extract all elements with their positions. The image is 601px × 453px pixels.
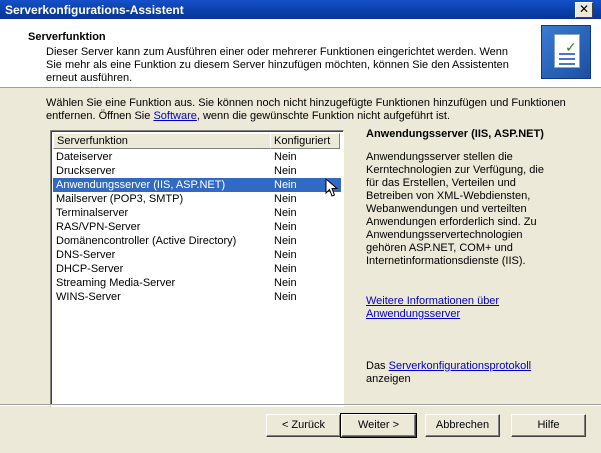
list-item-configured: Nein (274, 263, 297, 275)
list-item-role: Terminalserver (56, 207, 129, 219)
list-item-role: RAS/VPN-Server (56, 221, 141, 233)
list-item[interactable]: Domänencontroller (Active Directory) Nein (53, 234, 341, 248)
column-header-configured[interactable]: Konfiguriert (270, 133, 340, 149)
list-item[interactable]: Anwendungsserver (IIS, ASP.NET) Nein (53, 178, 341, 192)
list-item[interactable]: Druckserver Nein (53, 164, 341, 178)
list-item-role: WINS-Server (56, 291, 121, 303)
list-item-role: Druckserver (56, 165, 116, 177)
log-line: Das Serverkonfigurationsprotokoll anzeig… (366, 360, 532, 385)
list-item[interactable]: WINS-Server Nein (53, 290, 341, 304)
list-item-role: DHCP-Server (56, 263, 124, 275)
back-button[interactable]: < Zurück (266, 414, 341, 437)
list-item-configured: Nein (274, 277, 297, 289)
list-item-role: Mailserver (POP3, SMTP) (56, 193, 184, 205)
window-title: Serverkonfigurations-Assistent (5, 3, 184, 17)
list-item-configured: Nein (274, 291, 297, 303)
role-info-title: Anwendungsserver (IIS, ASP.NET) (366, 128, 544, 140)
software-link[interactable]: Software (153, 110, 196, 122)
list-item[interactable]: Mailserver (POP3, SMTP) Nein (53, 192, 341, 206)
list-item[interactable]: Dateiserver Nein (53, 150, 341, 164)
list-header: Serverfunktion Konfiguriert (53, 133, 341, 149)
more-info-link-container: Weitere Informationen über Anwendungsser… (366, 295, 546, 321)
list-item[interactable]: DNS-Server Nein (53, 248, 341, 262)
column-header-role[interactable]: Serverfunktion (53, 133, 271, 149)
list-item-role: Anwendungsserver (IIS, ASP.NET) (56, 179, 226, 191)
list-item-configured: Nein (274, 221, 297, 233)
page-description: Dieser Server kann zum Ausführen einer o… (46, 46, 509, 84)
list-item[interactable]: Terminalserver Nein (53, 206, 341, 220)
list-item-role: Domänencontroller (Active Directory) (56, 235, 237, 247)
cancel-button[interactable]: Abbrechen (425, 414, 500, 437)
title-bar: Serverkonfigurations-Assistent ✕ (0, 0, 601, 19)
list-item-configured: Nein (274, 165, 297, 177)
help-button[interactable]: Hilfe (511, 414, 586, 437)
mouse-cursor-icon (325, 178, 339, 197)
page-title: Serverfunktion (28, 31, 106, 43)
intro-text: Wählen Sie eine Funktion aus. Sie können… (46, 97, 566, 122)
list-item[interactable]: RAS/VPN-Server Nein (53, 220, 341, 234)
config-log-link[interactable]: Serverkonfigurationsprotokoll (389, 360, 531, 372)
list-item-configured: Nein (274, 249, 297, 261)
more-info-link[interactable]: Weitere Informationen über Anwendungsser… (366, 295, 499, 320)
list-item-configured: Nein (274, 235, 297, 247)
list-item-role: Dateiserver (56, 151, 113, 163)
list-item[interactable]: DHCP-Server Nein (53, 262, 341, 276)
role-info-panel: Anwendungsserver (IIS, ASP.NET) Anwendun… (366, 128, 546, 268)
list-item[interactable]: Streaming Media-Server Nein (53, 276, 341, 290)
list-item-configured: Nein (274, 151, 297, 163)
list-item-role: DNS-Server (56, 249, 116, 261)
wizard-header: Serverfunktion Dieser Server kann zum Au… (0, 19, 601, 88)
button-separator (0, 404, 601, 406)
list-item-configured: Nein (274, 179, 297, 191)
close-button[interactable]: ✕ (575, 2, 593, 18)
next-button[interactable]: Weiter > (340, 413, 417, 438)
list-item-role: Streaming Media-Server (56, 277, 176, 289)
role-info-text: Anwendungsserver stellen die Kerntechnol… (366, 151, 544, 267)
list-item-configured: Nein (274, 193, 297, 205)
server-role-list[interactable]: Serverfunktion Konfiguriert Dateiserver N… (50, 130, 344, 407)
server-config-icon: ✓ (541, 25, 591, 79)
list-item-configured: Nein (274, 207, 297, 219)
